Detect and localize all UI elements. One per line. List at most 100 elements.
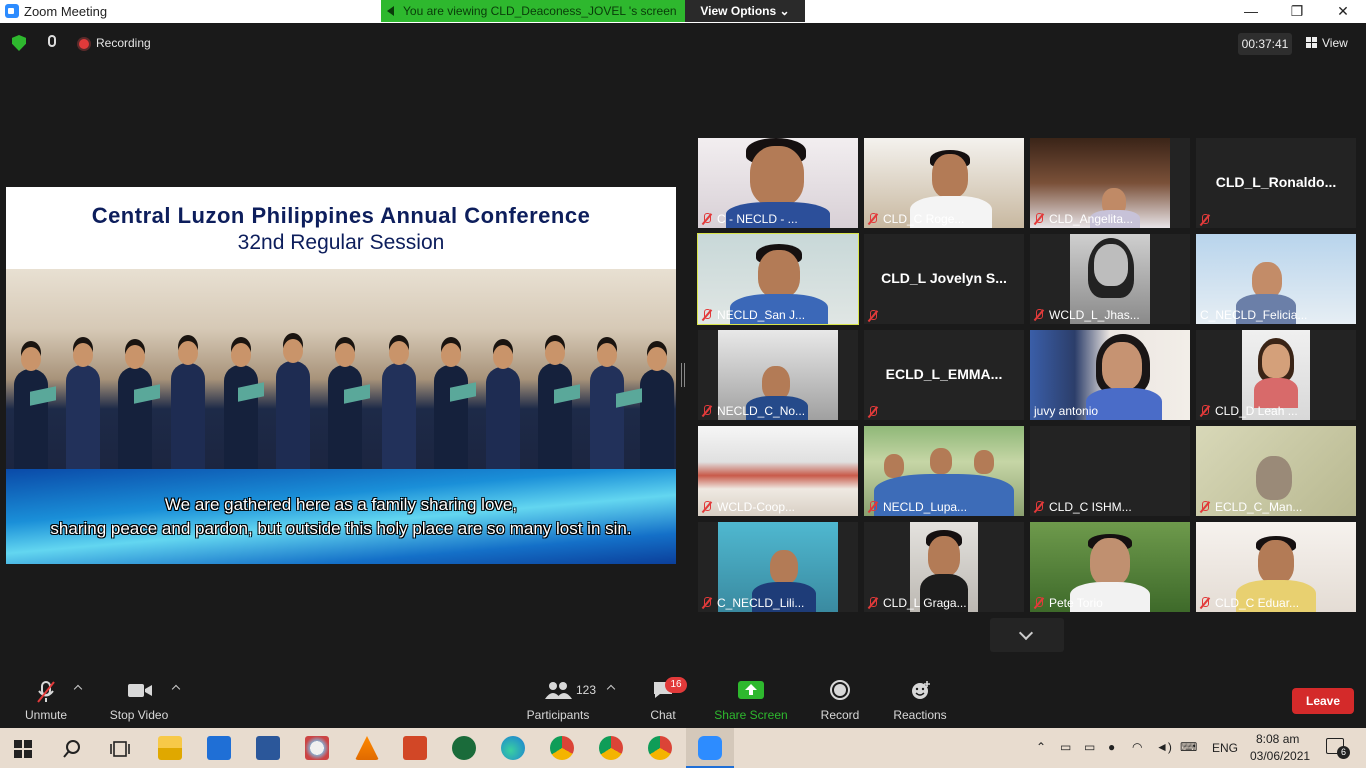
battery-icon[interactable]: ▭: [1084, 740, 1095, 754]
panel-splitter-handle[interactable]: [681, 363, 685, 387]
choir-singer: [434, 343, 468, 469]
notification-count-badge: 6: [1337, 746, 1350, 759]
participant-tile[interactable]: ECLD_L_EMMA...: [864, 330, 1024, 420]
paint-icon[interactable]: [305, 736, 329, 760]
unmute-button[interactable]: Unmute: [18, 668, 74, 728]
participant-tile[interactable]: CLD_C ISHM...: [1030, 426, 1190, 516]
participants-icon: [545, 682, 572, 699]
muted-mic-icon: [702, 405, 712, 417]
chrome-icon[interactable]: [550, 736, 574, 760]
chrome-icon[interactable]: [599, 736, 623, 760]
muted-mic-icon: [1034, 213, 1044, 225]
participant-name: NECLD_Lupa...: [868, 500, 967, 514]
choir-singer: [276, 339, 310, 469]
stop-video-button[interactable]: Stop Video: [104, 668, 174, 728]
security-shield-icon[interactable]: [12, 35, 26, 51]
choir-singer: [486, 345, 520, 469]
record-button[interactable]: Record: [814, 668, 866, 728]
participant-tile[interactable]: CLD_L Graga...: [864, 522, 1024, 612]
record-icon: [830, 680, 850, 700]
minimize-button[interactable]: —: [1228, 0, 1274, 23]
reactions-button[interactable]: Reactions: [890, 668, 950, 728]
window-titlebar: Zoom Meeting You are viewing CLD_Deacone…: [0, 0, 1366, 23]
microphone-tray-icon[interactable]: ●: [1108, 740, 1115, 754]
volume-icon[interactable]: ◄): [1156, 740, 1172, 754]
gallery-next-page-button[interactable]: [990, 618, 1064, 652]
participant-tile[interactable]: ECLD_C_Man...: [1196, 426, 1356, 516]
choir-singer: [224, 343, 258, 469]
chevron-down-icon: [1018, 625, 1034, 641]
participant-name-large: ECLD_L_EMMA...: [885, 366, 1003, 382]
participant-tile-active-speaker[interactable]: NECLD_San J...: [697, 233, 859, 325]
participant-tile[interactable]: C_NECLD_Felicia...: [1196, 234, 1356, 324]
edge-icon[interactable]: [501, 736, 525, 760]
participant-tile[interactable]: NECLD_C_No...: [698, 330, 858, 420]
participant-tile[interactable]: CLD_C Eduar...: [1196, 522, 1356, 612]
participant-name: juvy antonio: [1034, 404, 1099, 418]
chrome-icon[interactable]: [648, 736, 672, 760]
choir-singer: [590, 343, 624, 469]
clock-time[interactable]: 8:08 am: [1256, 732, 1299, 746]
muted-mic-icon: [702, 501, 712, 513]
close-button[interactable]: ✕: [1320, 0, 1366, 23]
participant-tile[interactable]: juvy antonio: [1030, 330, 1190, 420]
wifi-icon[interactable]: ◠: [1132, 740, 1142, 754]
word-icon[interactable]: [256, 736, 280, 760]
meet-now-icon[interactable]: ▭: [1060, 740, 1071, 754]
powerpoint-icon[interactable]: [403, 736, 427, 760]
share-screen-icon: [738, 681, 764, 699]
clock-date[interactable]: 03/06/2021: [1250, 749, 1310, 763]
participant-name: CLD_C Roge...: [868, 212, 964, 226]
meeting-timer: 00:37:41: [1238, 33, 1292, 55]
participant-tile[interactable]: C_NECLD_Lili...: [698, 522, 858, 612]
keyboard-icon[interactable]: ⌨: [1180, 740, 1197, 754]
participant-name-large: CLD_L Jovelyn S...: [881, 270, 1007, 286]
share-screen-button[interactable]: Share Screen: [712, 668, 790, 728]
participant-tile[interactable]: CLD_C Roge...: [864, 138, 1024, 228]
participants-count: 123: [576, 683, 597, 697]
participant-tile[interactable]: CLD_L Jovelyn S...: [864, 234, 1024, 324]
choir-singer: [538, 341, 572, 469]
lyrics-panel: We are gathered here as a family sharing…: [6, 469, 676, 564]
participant-tile[interactable]: CLD_D Leah ...: [1196, 330, 1356, 420]
participant-name: CLD_D Leah ...: [1200, 404, 1298, 418]
chat-unread-badge: 16: [665, 677, 687, 693]
task-view-icon[interactable]: [110, 739, 130, 759]
view-options-label: View Options: [700, 4, 777, 18]
view-label: View: [1322, 36, 1348, 50]
show-hidden-icons-chevron-icon[interactable]: ⌃: [1036, 740, 1046, 754]
participant-tile[interactable]: WCLD-Coop...: [698, 426, 858, 516]
vlc-icon[interactable]: [355, 736, 379, 760]
language-indicator[interactable]: ENG: [1212, 741, 1238, 755]
audio-options-caret-icon[interactable]: [73, 684, 83, 694]
participant-tile[interactable]: NECLD_Lupa...: [864, 426, 1024, 516]
muted-microphone-icon: [37, 681, 55, 703]
participant-tile[interactable]: CLD_Angelita...: [1030, 138, 1190, 228]
muted-mic-icon: [1034, 501, 1044, 513]
reactions-label: Reactions: [893, 708, 947, 722]
muted-mic-icon: [1200, 501, 1210, 513]
participant-tile[interactable]: Pete Torio: [1030, 522, 1190, 612]
view-options-button[interactable]: View Options ⌄: [685, 0, 805, 22]
upwork-icon[interactable]: [452, 736, 476, 760]
leave-button[interactable]: Leave: [1292, 688, 1354, 714]
view-button[interactable]: View: [1306, 36, 1348, 50]
restore-button[interactable]: ❐: [1274, 0, 1320, 23]
zoom-taskbar-item[interactable]: [686, 728, 734, 768]
participant-tile[interactable]: WCLD_L_Jhas...: [1030, 234, 1190, 324]
muted-mic-icon: [868, 406, 878, 418]
windows-start-icon[interactable]: [14, 740, 32, 758]
microphone-icon: [48, 35, 56, 47]
participants-button[interactable]: 123 Participants: [522, 668, 597, 728]
choir-singer: [382, 341, 416, 469]
participants-options-caret-icon[interactable]: [606, 684, 616, 694]
speaker-icon: [387, 6, 394, 16]
grid-icon: [1306, 37, 1317, 48]
participant-tile[interactable]: CLD_L_Ronaldo...: [1196, 138, 1356, 228]
participant-name: Pete Torio: [1034, 596, 1103, 610]
mail-icon[interactable]: [207, 736, 231, 760]
file-explorer-icon[interactable]: [158, 736, 182, 760]
recording-label[interactable]: Recording: [96, 36, 151, 50]
participant-tile[interactable]: C - NECLD - ...: [698, 138, 858, 228]
search-icon[interactable]: [62, 739, 82, 759]
